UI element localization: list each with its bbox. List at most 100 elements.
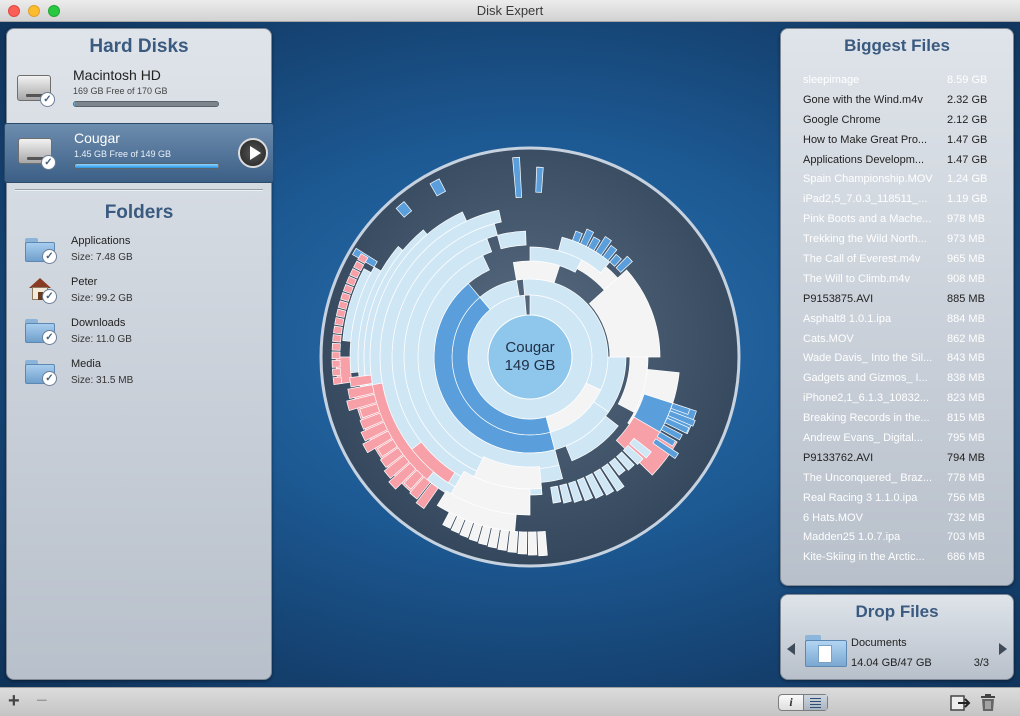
hard-disk-icon: ✓ [15, 69, 55, 107]
bottom-toolbar: + − i [0, 687, 1020, 716]
file-row[interactable]: iPad2,5_7.0.3_118511_... 1.19 GB [803, 190, 993, 210]
file-row[interactable]: Wade Davis_ Into the Sil... 843 MB [803, 349, 993, 369]
file-row[interactable]: sleepimage 8.59 GB [803, 71, 993, 91]
file-name: How to Make Great Pro... [803, 133, 928, 146]
sunburst-segment[interactable] [537, 530, 548, 557]
file-name: P9153875.AVI [803, 292, 874, 305]
file-size: 1.19 GB [947, 193, 988, 206]
file-size: 686 MB [947, 551, 985, 564]
file-row[interactable]: Kite-Skiing in the Arctic... 686 MB [803, 548, 993, 568]
disk-item-cougar[interactable]: ✓ Cougar 1.45 GB Free of 149 GB [4, 123, 274, 183]
file-row[interactable]: Pink Boots and a Mache... 978 MB [803, 210, 993, 230]
file-name: Asphalt8 1.0.1.ipa [803, 312, 892, 325]
file-row[interactable]: Gadgets and Gizmos_ I... 838 MB [803, 369, 993, 389]
file-row[interactable]: Breaking Records in the... 815 MB [803, 409, 993, 429]
file-name: iPad2,5_7.0.3_118511_... [803, 193, 928, 206]
file-size: 2.32 GB [947, 93, 988, 106]
disk-name: Cougar [74, 130, 120, 146]
disk-usage-bar [74, 163, 220, 169]
sunburst-segment[interactable] [334, 317, 345, 327]
file-row[interactable]: Asphalt8 1.0.1.ipa 884 MB [803, 310, 993, 330]
biggest-files-panel: Biggest Files sleepimage 8.59 GB Gone with… [780, 28, 1014, 586]
biggest-files-list: sleepimage 8.59 GB Gone with the Wind.m4v 2… [803, 71, 993, 568]
export-icon[interactable] [950, 694, 972, 712]
sunburst-segment[interactable] [527, 531, 538, 556]
file-size: 843 MB [947, 352, 985, 365]
file-row[interactable]: P9153875.AVI 885 MB [803, 290, 993, 310]
drop-item-name: Documents [851, 637, 907, 649]
file-row[interactable]: Real Racing 3 1.1.0.ipa 756 MB [803, 489, 993, 509]
drop-item-size: 14.04 GB/47 GB [851, 657, 932, 669]
file-name: 6 Hats.MOV [803, 511, 863, 524]
sunburst-segment[interactable] [332, 334, 342, 343]
previous-arrow-icon[interactable] [787, 643, 795, 655]
folder-size: Size: 31.5 MB [71, 375, 134, 386]
file-row[interactable]: How to Make Great Pro... 1.47 GB [803, 131, 993, 151]
file-row[interactable]: Spain Championship.MOV 1.24 GB [803, 170, 993, 190]
file-row[interactable]: 6 Hats.MOV 732 MB [803, 509, 993, 529]
file-row[interactable]: Cats.MOV 862 MB [803, 330, 993, 350]
folder-size: Size: 11.0 GB [71, 334, 132, 345]
file-row[interactable]: The Call of Everest.m4v 965 MB [803, 250, 993, 270]
file-name: sleepimage [803, 74, 860, 86]
file-name: Applications Developm... [803, 153, 925, 166]
file-row[interactable]: P9133762.AVI 794 MB [803, 449, 993, 469]
file-size: 778 MB [947, 471, 985, 484]
trash-icon[interactable] [979, 693, 997, 712]
file-size: 965 MB [947, 253, 985, 266]
file-size: 794 MB [947, 451, 985, 464]
disk-name: Macintosh HD [73, 67, 161, 83]
file-size: 2.12 GB [947, 113, 988, 126]
disk-free-text: 169 GB Free of 170 GB [73, 86, 168, 96]
file-name: Cats.MOV [803, 332, 854, 345]
sunburst-segment[interactable] [331, 368, 342, 377]
folder-size: Size: 7.48 GB [71, 252, 133, 263]
file-size: 908 MB [947, 272, 985, 285]
title-bar: Disk Expert [0, 0, 1020, 22]
file-row[interactable]: Madden25 1.0.7.ipa 703 MB [803, 528, 993, 548]
file-row[interactable]: iPhone2,1_6.1.3_10832... 823 MB [803, 389, 993, 409]
folders-title: Folders [104, 202, 174, 223]
file-row[interactable]: The Unconquered_ Braz... 778 MB [803, 469, 993, 489]
remove-button[interactable]: − [36, 691, 48, 711]
sunburst-segment[interactable] [333, 325, 343, 335]
panel-divider [15, 189, 263, 191]
file-row[interactable]: Applications Developm... 1.47 GB [803, 151, 993, 171]
file-name: Pink Boots and a Mache... [803, 213, 932, 226]
sunburst-segment[interactable] [331, 351, 341, 360]
folder-name: Applications [71, 235, 131, 247]
scan-play-button[interactable] [238, 138, 268, 168]
file-name: Madden25 1.0.7.ipa [803, 531, 901, 544]
biggest-files-title: Biggest Files [844, 36, 950, 55]
sunburst-chart[interactable]: Cougar 149 GB [318, 145, 742, 569]
sunburst-segment[interactable] [512, 260, 561, 284]
drop-files-panel[interactable]: Drop Files Documents 14.04 GB/47 GB 3/3 [780, 594, 1014, 680]
next-arrow-icon[interactable] [999, 643, 1007, 655]
file-row[interactable]: Gone with the Wind.m4v 2.32 GB [803, 91, 993, 111]
info-view-button[interactable]: i [779, 695, 804, 710]
window-title: Disk Expert [476, 3, 544, 18]
file-name: Wade Davis_ Into the Sil... [803, 352, 933, 365]
file-row[interactable]: Trekking the Wild North... 973 MB [803, 230, 993, 250]
file-row[interactable]: Andrew Evans_ Digital... 795 MB [803, 429, 993, 449]
file-name: Andrew Evans_ Digital... [803, 432, 923, 445]
file-row[interactable]: Google Chrome 2.12 GB [803, 111, 993, 131]
sunburst-segment[interactable] [335, 308, 347, 318]
file-size: 838 MB [947, 372, 985, 385]
file-size: 732 MB [947, 511, 985, 524]
folder-name: Media [71, 358, 101, 370]
file-row[interactable]: The Will to Climb.m4v 908 MB [803, 270, 993, 290]
file-name: Breaking Records in the... [803, 412, 930, 425]
add-button[interactable]: + [8, 691, 20, 711]
file-size: 1.24 GB [947, 173, 988, 186]
folder-name: Downloads [71, 317, 126, 329]
sunburst-segment[interactable] [517, 531, 528, 555]
sunburst-segment[interactable] [332, 376, 343, 385]
drop-pager: 3/3 [973, 657, 989, 669]
sunburst-segment[interactable] [331, 359, 341, 368]
view-segmented-control: i [778, 694, 828, 711]
file-name: iPhone2,1_6.1.3_10832... [803, 392, 930, 405]
file-name: Gone with the Wind.m4v [803, 93, 923, 106]
sunburst-segment[interactable] [331, 342, 341, 351]
list-view-button[interactable] [804, 695, 827, 710]
